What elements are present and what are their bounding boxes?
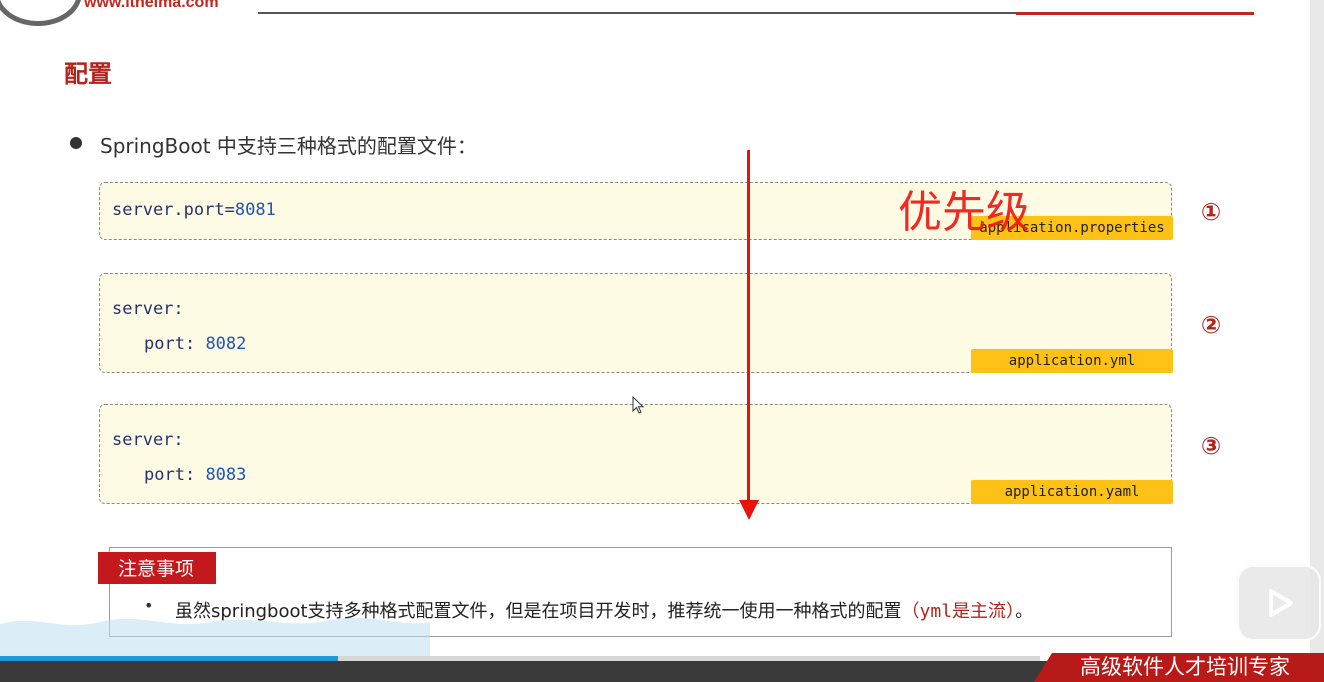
code-key: port bbox=[144, 334, 185, 354]
number-badge: ② bbox=[1200, 311, 1222, 339]
priority-arrow bbox=[747, 150, 750, 504]
play-icon bbox=[1269, 589, 1293, 617]
config-box-yml: server: port: 8082 application.yml bbox=[99, 273, 1173, 373]
code-value: 8083 bbox=[205, 465, 247, 485]
arrow-down-icon bbox=[739, 500, 759, 520]
mouse-cursor-icon bbox=[632, 396, 645, 414]
number-badge: ③ bbox=[1200, 432, 1222, 460]
config-box-yaml: server: port: 8083 application.yaml bbox=[99, 404, 1173, 504]
site-url: www.itheima.com bbox=[84, 0, 219, 11]
priority-annotation: 优先级 bbox=[898, 187, 1030, 238]
page-title: 配置 bbox=[64, 60, 112, 88]
note-label: 注意事项 bbox=[98, 552, 217, 584]
note-end: 。 bbox=[1015, 601, 1034, 622]
bullet-icon bbox=[70, 137, 82, 149]
file-tag: application.yaml bbox=[971, 480, 1173, 504]
code-key: server bbox=[112, 299, 174, 319]
decorative-wave bbox=[0, 617, 430, 658]
header-divider bbox=[258, 12, 1018, 14]
file-tag: application.yml bbox=[971, 349, 1173, 373]
code-value: 8082 bbox=[205, 334, 247, 354]
code-key: server bbox=[112, 430, 174, 450]
play-button[interactable] bbox=[1237, 565, 1321, 641]
code-line: port: 8082 bbox=[144, 334, 246, 354]
number-badge: ① bbox=[1200, 198, 1222, 226]
code-separator: = bbox=[224, 200, 235, 220]
code-separator: : bbox=[184, 334, 206, 354]
code-key: server.port bbox=[112, 200, 225, 220]
code-value: 8081 bbox=[234, 200, 276, 220]
bullet-text: SpringBoot 中支持三种格式的配置文件： bbox=[100, 134, 477, 158]
code-key: port bbox=[144, 465, 185, 485]
code-separator: : bbox=[173, 430, 184, 450]
note-emphasis: （yml是主流） bbox=[901, 601, 1016, 622]
brand-banner: 高级软件人才培训专家 bbox=[1034, 653, 1324, 682]
code-line: server: bbox=[112, 430, 184, 450]
code-line: server: bbox=[112, 299, 184, 319]
code-separator: : bbox=[184, 465, 206, 485]
code-line: port: 8083 bbox=[144, 465, 246, 485]
header-divider-accent bbox=[1016, 12, 1254, 15]
code-line: server.port=8081 bbox=[112, 200, 276, 220]
slide: www.itheima.com 配置 SpringBoot 中支持三种格式的配置… bbox=[0, 0, 1310, 682]
code-separator: : bbox=[173, 299, 184, 319]
logo-icon bbox=[0, 0, 82, 26]
